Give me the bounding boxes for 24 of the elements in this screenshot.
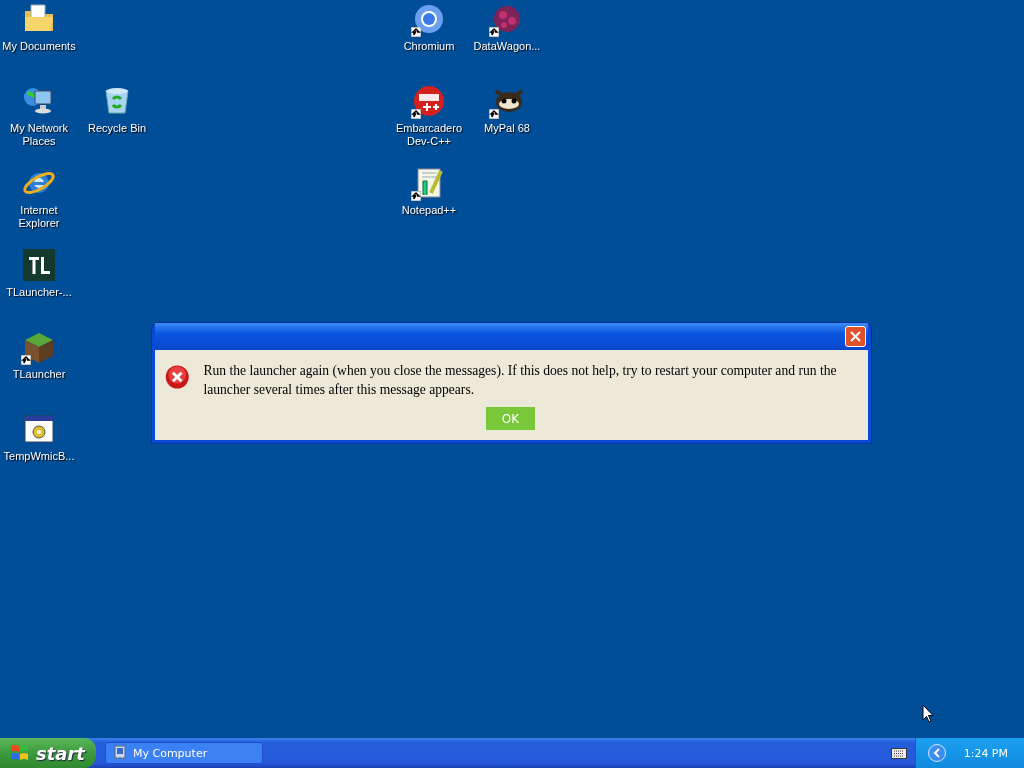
- icon-label[interactable]: My Network Places: [1, 122, 77, 148]
- taskbar-button[interactable]: My Computer: [105, 742, 263, 764]
- icon-label[interactable]: DataWagon...: [473, 40, 541, 53]
- close-icon: [849, 330, 862, 343]
- icon-label[interactable]: Internet Explorer: [1, 204, 77, 230]
- mouse-pointer-icon: [922, 704, 934, 724]
- desktop-icon[interactable]: [21, 247, 57, 283]
- chevron-left-icon[interactable]: [927, 744, 946, 762]
- error-message: Run the launcher again (when you close the messages). If this does not help, try to restart your computer and run the launcher several times after this message appears.: [203, 362, 838, 399]
- start-button[interactable]: start: [0, 738, 96, 768]
- icon-label[interactable]: Chromium: [403, 40, 455, 53]
- keyboard-icon[interactable]: [890, 747, 907, 759]
- icon-label[interactable]: Recycle Bin: [87, 122, 147, 135]
- icon-label[interactable]: MyPal 68: [484, 122, 530, 135]
- computer-icon: [113, 745, 127, 761]
- icon-label[interactable]: TLauncher-...: [6, 286, 72, 299]
- desktop-icon[interactable]: [411, 83, 447, 119]
- icon-label[interactable]: Embarcadero Dev-C++: [391, 122, 467, 148]
- close-button[interactable]: [845, 326, 866, 347]
- icon-label[interactable]: TempWmicB...: [3, 450, 75, 463]
- icon-label[interactable]: TLauncher: [12, 368, 66, 381]
- icon-label[interactable]: Notepad++: [401, 204, 457, 217]
- windows-logo-icon: [10, 744, 30, 762]
- icon-label[interactable]: My Documents: [2, 40, 76, 53]
